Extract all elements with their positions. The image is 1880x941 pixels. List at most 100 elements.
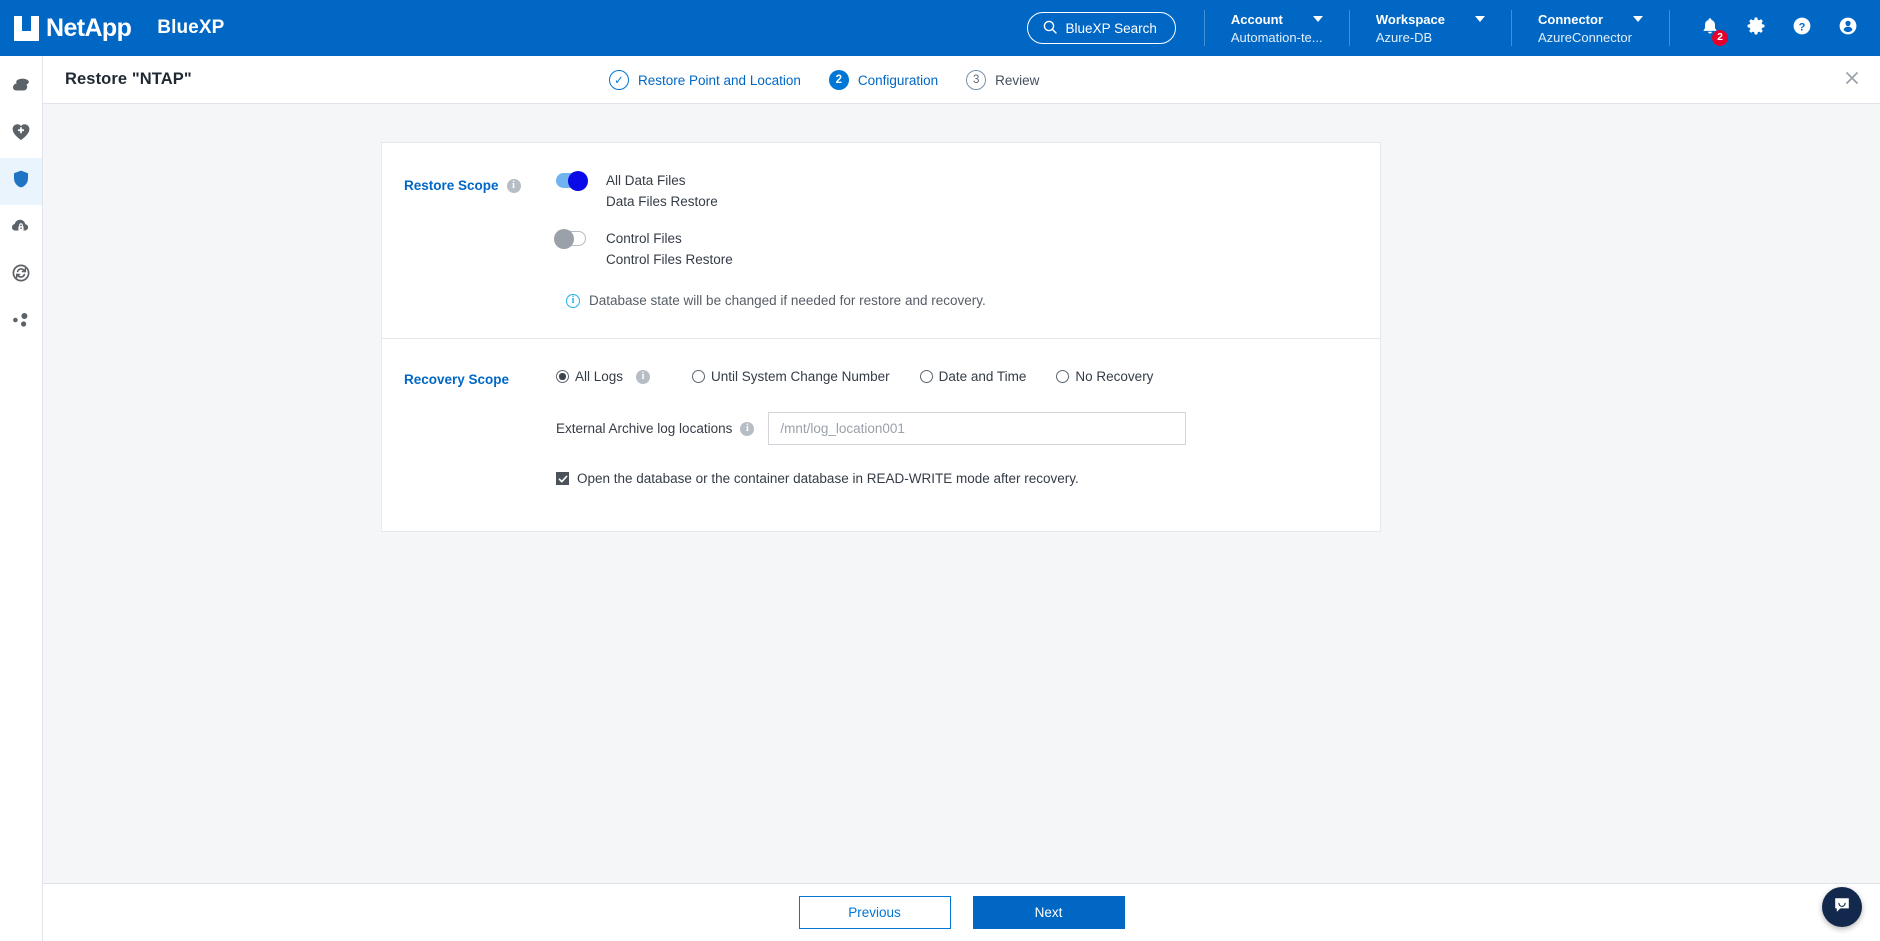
step-3-marker: 3 xyxy=(966,70,987,90)
configuration-card: Restore Scope i All Data Files Data File… xyxy=(381,142,1381,532)
canvas-icon xyxy=(10,74,32,101)
gear-icon xyxy=(1746,16,1766,41)
external-archive-log-row: External Archive log locations i xyxy=(556,412,1380,445)
radio-date-time-input[interactable] xyxy=(919,370,933,383)
open-readwrite-label: Open the database or the container datab… xyxy=(577,471,1079,486)
brand-area: NetApp BlueXP xyxy=(0,13,224,42)
recovery-scope-label-col: Recovery Scope xyxy=(404,369,556,486)
page-title: Restore "NTAP" xyxy=(65,70,192,88)
settings-button[interactable] xyxy=(1746,16,1766,41)
sidebar-item-canvas[interactable] xyxy=(0,64,42,111)
step-configuration[interactable]: 2 Configuration xyxy=(828,70,938,90)
wizard-stepper: ✓ Restore Point and Location 2 Configura… xyxy=(609,56,1039,104)
header-right-cluster: BlueXP Search Account Automation-te... W… xyxy=(1026,0,1880,56)
radio-until-scn-input[interactable] xyxy=(692,370,706,383)
database-state-note: i Database state will be changed if need… xyxy=(566,293,986,308)
sidebar-item-extensions[interactable] xyxy=(0,299,42,346)
sidebar-item-mobility[interactable] xyxy=(0,252,42,299)
radio-date-and-time[interactable]: Date and Time xyxy=(919,369,1027,384)
sidebar-item-health[interactable] xyxy=(0,111,42,158)
wizard-header: Restore "NTAP" ✓ Restore Point and Locat… xyxy=(43,56,1880,104)
recovery-scope-controls: All Logs i Until System Change Number Da… xyxy=(556,369,1380,486)
external-archive-log-info-icon[interactable]: i xyxy=(740,421,755,436)
control-files-toggle[interactable] xyxy=(554,228,586,249)
workspace-selector-label: Workspace xyxy=(1375,11,1445,27)
bluexp-wordmark[interactable]: BlueXP xyxy=(157,17,224,39)
step-restore-point-and-location[interactable]: ✓ Restore Point and Location xyxy=(609,70,801,90)
chevron-down-icon xyxy=(1312,16,1323,22)
info-icon: i xyxy=(566,293,580,308)
chevron-down-icon xyxy=(1633,16,1643,22)
sidebar-item-governance[interactable] xyxy=(0,205,42,252)
restore-scope-label: Restore Scope xyxy=(404,178,499,193)
sidebar-item-protection[interactable] xyxy=(0,158,42,205)
chat-support-button[interactable] xyxy=(1822,887,1862,927)
restore-scope-info-icon[interactable]: i xyxy=(506,178,521,193)
recovery-scope-label-wrap: Recovery Scope xyxy=(404,372,556,387)
notification-count-badge: 2 xyxy=(1712,29,1728,46)
next-button[interactable]: Next xyxy=(972,896,1125,929)
external-archive-log-input[interactable] xyxy=(768,412,1187,445)
all-data-files-subtitle: Data Files Restore xyxy=(606,194,718,209)
wizard-body: Restore Scope i All Data Files Data File… xyxy=(43,104,1880,883)
radio-all-logs-label: All Logs xyxy=(575,369,624,384)
connector-selector[interactable]: Connector AzureConnector xyxy=(1511,10,1669,46)
recovery-scope-section: Recovery Scope All Logs i Until System C… xyxy=(382,339,1380,531)
open-readwrite-checkbox[interactable] xyxy=(556,472,569,485)
all-data-files-title: All Data Files xyxy=(606,173,686,188)
user-avatar-icon xyxy=(1838,16,1858,41)
radio-no-recovery[interactable]: No Recovery xyxy=(1056,369,1153,384)
close-wizard-button[interactable] xyxy=(1840,68,1864,92)
help-icon: ? xyxy=(1792,16,1812,41)
external-archive-log-label: External Archive log locations xyxy=(556,421,733,436)
all-logs-info-icon[interactable]: i xyxy=(636,369,651,384)
protection-shield-icon xyxy=(10,168,32,195)
step-1-label: Restore Point and Location xyxy=(638,72,801,88)
radio-no-recovery-input[interactable] xyxy=(1056,370,1070,383)
step-1-marker: ✓ xyxy=(609,70,629,90)
extensions-nodes-icon xyxy=(10,309,32,336)
search-icon xyxy=(1043,20,1057,37)
chat-bubble-icon xyxy=(1832,895,1852,920)
control-files-subtitle: Control Files Restore xyxy=(606,252,733,267)
radio-until-system-change-number[interactable]: Until System Change Number xyxy=(692,369,890,384)
control-files-group: Control Files Control Files Restore xyxy=(554,228,986,267)
control-files-title: Control Files xyxy=(606,231,682,246)
netapp-mark-icon xyxy=(14,15,39,41)
bluexp-search-button[interactable]: BlueXP Search xyxy=(1026,12,1176,44)
restore-scope-controls: All Data Files Data Files Restore Contro… xyxy=(554,170,986,308)
chevron-down-icon xyxy=(1475,16,1485,22)
netapp-wordmark: NetApp xyxy=(46,13,132,42)
connector-selector-label: Connector xyxy=(1538,11,1603,27)
check-icon xyxy=(558,475,567,482)
health-icon xyxy=(10,121,32,148)
step-3-label: Review xyxy=(995,72,1040,88)
recovery-scope-radio-group: All Logs i Until System Change Number Da… xyxy=(556,369,1380,384)
all-data-files-row: All Data Files xyxy=(556,170,986,191)
account-selector-label: Account xyxy=(1230,11,1283,27)
user-menu-button[interactable] xyxy=(1838,16,1858,41)
radio-no-recovery-label: No Recovery xyxy=(1075,369,1154,384)
step-review[interactable]: 3 Review xyxy=(966,70,1039,90)
left-nav-rail xyxy=(0,56,43,941)
wizard-footer: Previous Next xyxy=(43,883,1880,941)
external-archive-log-label-wrap: External Archive log locations i xyxy=(556,421,755,436)
restore-scope-section: Restore Scope i All Data Files Data File… xyxy=(382,143,1380,338)
radio-all-logs-input[interactable] xyxy=(556,370,569,383)
all-data-files-group: All Data Files Data Files Restore xyxy=(556,170,986,209)
radio-date-time-label: Date and Time xyxy=(938,369,1027,384)
netapp-logo[interactable]: NetApp xyxy=(14,13,132,42)
mobility-sync-icon xyxy=(10,262,32,289)
step-2-marker: 2 xyxy=(828,70,849,90)
svg-text:?: ? xyxy=(1799,21,1806,33)
all-data-files-toggle[interactable] xyxy=(556,170,588,191)
restore-scope-label-col: Restore Scope i xyxy=(404,173,556,308)
workspace-selector[interactable]: Workspace Azure-DB xyxy=(1348,10,1511,46)
account-selector[interactable]: Account Automation-te... xyxy=(1203,10,1349,46)
radio-all-logs[interactable]: All Logs i xyxy=(556,369,651,384)
notifications-button[interactable]: 2 xyxy=(1700,16,1728,46)
radio-until-scn-label: Until System Change Number xyxy=(711,369,890,384)
previous-button[interactable]: Previous xyxy=(798,896,951,929)
header-icon-group: 2 ? xyxy=(1669,10,1880,46)
help-button[interactable]: ? xyxy=(1792,16,1812,41)
